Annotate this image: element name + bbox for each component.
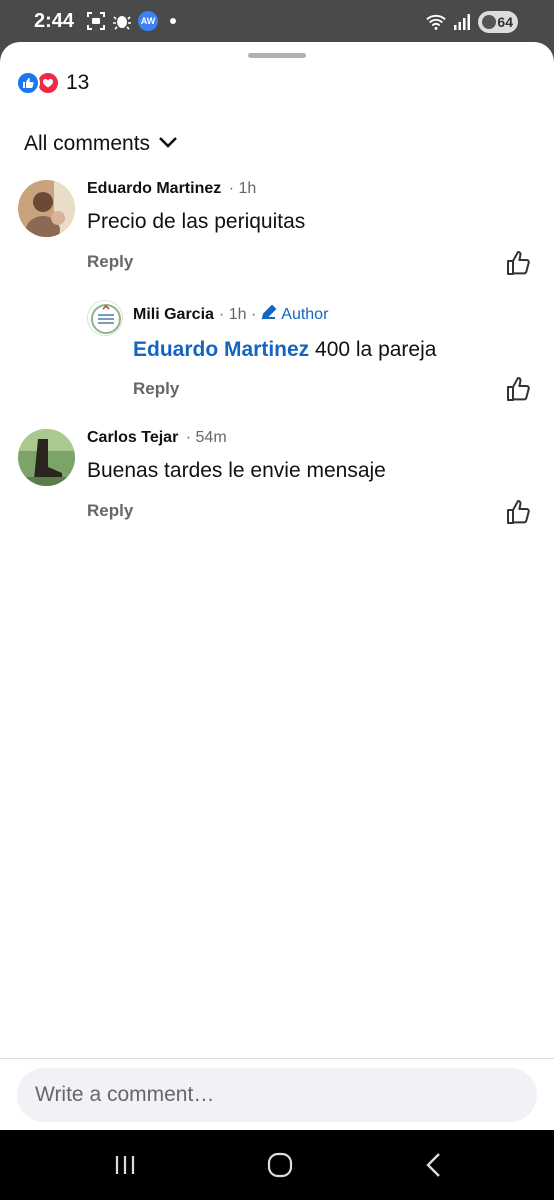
comment-time: · 1h · [218,305,257,323]
filter-label: All comments [24,132,151,155]
reply-button[interactable]: Reply [133,379,179,399]
notification-dot [170,18,176,24]
battery-level: 64 [497,14,513,30]
comment-time: · 1h [228,180,257,197]
reply-body: 400 la pareja [309,338,437,361]
battery-saver-icon [482,15,496,29]
signal-icon [452,12,472,32]
reply-button[interactable]: Reply [87,252,133,272]
comment-text: Buenas tardes le envie mensaje [87,459,386,482]
reply-text: Eduardo Martinez 400 la pareja [133,338,436,362]
avatar[interactable] [87,300,123,336]
pencil-icon [261,304,277,325]
comments-filter-dropdown[interactable]: All comments [24,132,178,156]
comment-item: Carlos Tejar · 54m Buenas tardes le envi… [0,427,554,527]
comment-time: · 54m [185,429,227,446]
reactions-summary[interactable]: 13 [16,71,89,95]
recent-apps-button[interactable] [105,1150,145,1180]
like-reaction-icon [16,71,40,95]
like-thumb-icon[interactable] [506,499,532,525]
comment-item: Eduardo Martinez · 1h Precio de las peri… [0,178,554,278]
back-button[interactable] [414,1150,454,1180]
commenter-name[interactable]: Mili Garcia [133,306,214,324]
avatar[interactable] [18,429,75,486]
like-thumb-icon[interactable] [506,250,532,276]
reply-button[interactable]: Reply [87,501,133,521]
status-icons-left: AW [86,11,176,31]
system-nav-bar [0,1130,554,1200]
comment-text: Precio de las periquitas [87,210,306,233]
reaction-count: 13 [66,71,90,94]
commenter-name[interactable]: Eduardo Martinez [87,180,221,197]
status-time: 2:44 [34,10,75,32]
author-label: Author [281,305,329,323]
aw-app-icon: AW [138,11,158,31]
commenter-name[interactable]: Carlos Tejar [87,429,178,446]
composer-divider [0,1058,554,1059]
like-thumb-icon[interactable] [506,376,532,402]
battery-icon: 64 [478,11,518,33]
status-icons-right: 64 [426,11,518,33]
wifi-icon [426,12,446,32]
comments-sheet: 13 All comments Eduardo Martinez · 1h Pr… [0,42,554,1130]
screenshot-icon [86,11,106,31]
avatar[interactable] [18,180,75,237]
chevron-down-icon [158,135,178,154]
drag-handle[interactable] [248,53,306,58]
comment-input-placeholder: Write a comment… [35,1083,215,1106]
bug-icon [112,11,132,31]
reply-item: Mili Garcia · 1h · Author Eduardo Martin… [0,300,554,402]
comment-input[interactable]: Write a comment… [17,1068,537,1122]
status-bar: 2:44 AW 64 [0,0,554,44]
author-badge: Author [261,304,328,325]
home-button[interactable] [260,1150,300,1180]
mention-link[interactable]: Eduardo Martinez [133,338,309,361]
